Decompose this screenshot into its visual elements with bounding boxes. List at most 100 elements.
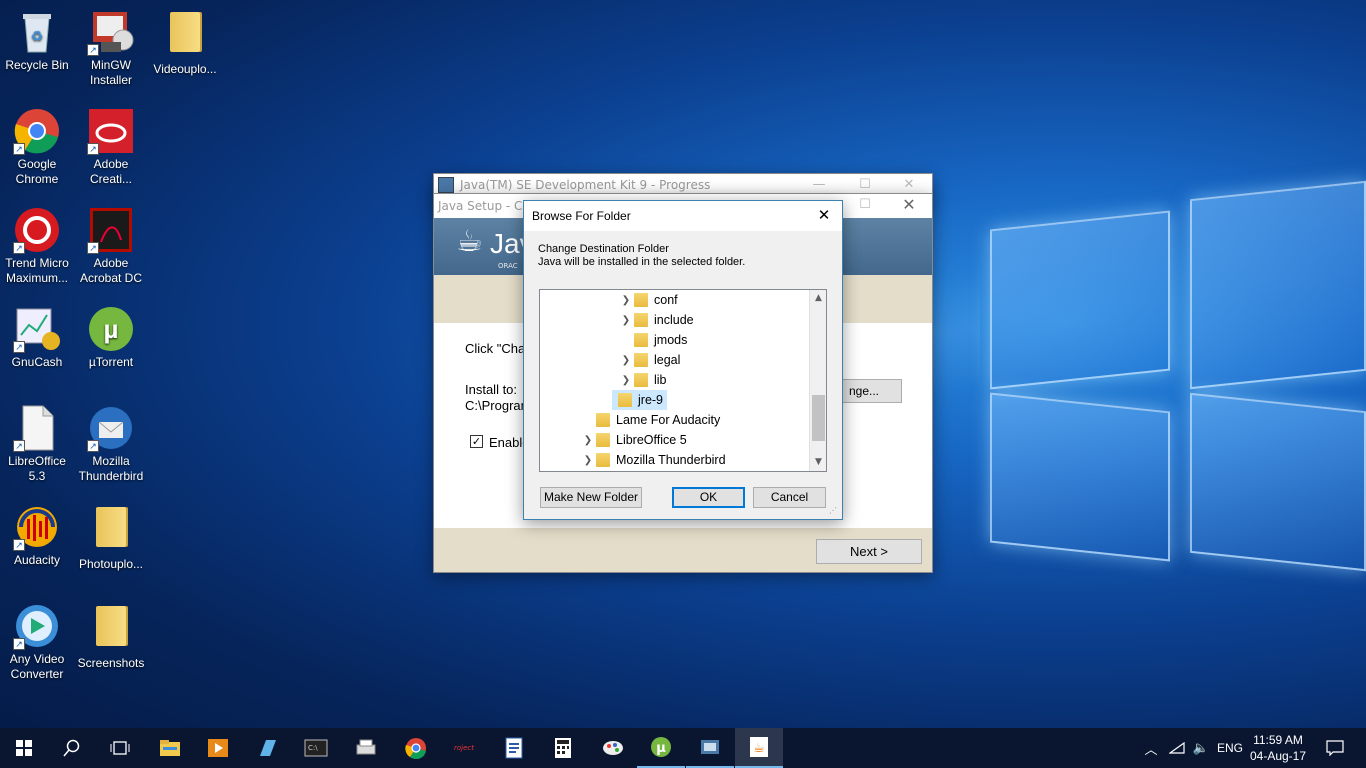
desktop-icon-screenshots[interactable]: Screenshots <box>74 602 148 671</box>
wifi-icon[interactable] <box>1166 728 1188 768</box>
any-video-converter-icon: ↗ <box>13 602 61 650</box>
desktop-icon-adobe-creative-cloud[interactable]: ↗ Adobe Creati... <box>74 107 148 187</box>
folder-icon <box>634 293 648 307</box>
tree-item-conf[interactable]: ❯ conf <box>618 290 678 310</box>
desktop-icon-thunderbird[interactable]: ↗ Mozilla Thunderbird <box>74 404 148 484</box>
gnucash-icon: ↗ <box>13 305 61 353</box>
tree-item-jmods[interactable]: jmods <box>618 330 687 350</box>
java-cup-icon: ☕ <box>456 224 483 259</box>
tree-item-libreoffice-5[interactable]: ❯ LibreOffice 5 <box>580 430 687 450</box>
taskbar-project[interactable]: roject <box>440 728 488 768</box>
close-button[interactable]: ✕ <box>886 194 932 216</box>
folder-icon <box>634 353 648 367</box>
scroll-down-icon[interactable]: ▼ <box>810 454 826 471</box>
notebook-icon <box>260 740 276 756</box>
start-button[interactable] <box>0 728 48 768</box>
desktop-icon-photouploads[interactable]: Photouplo... <box>74 503 148 572</box>
thunderbird-icon: ↗ <box>87 404 135 452</box>
java-setup-icon <box>438 177 454 193</box>
folder-icon <box>96 606 126 646</box>
desktop-icon-recycle-bin[interactable]: ♻ Recycle Bin <box>0 8 74 73</box>
taskbar-command-prompt[interactable]: C:\ <box>292 728 340 768</box>
instruction-text: Click "Cha <box>465 341 526 356</box>
desktop-icon-libreoffice[interactable]: ↗ LibreOffice 5.3 <box>0 404 74 484</box>
desktop-icon-utorrent[interactable]: µ µTorrent <box>74 305 148 370</box>
desktop-icon-adobe-acrobat[interactable]: ↗ Adobe Acrobat DC <box>74 206 148 286</box>
search-button[interactable] <box>48 728 96 768</box>
language-indicator[interactable]: ENG <box>1213 728 1247 768</box>
desktop-icon-audacity[interactable]: ↗ Audacity <box>0 503 74 568</box>
printer-icon <box>356 739 376 755</box>
resize-grip-icon[interactable]: ⋰ <box>829 506 837 515</box>
mingw-installer-icon: ↗ <box>87 8 135 56</box>
enable-checkbox[interactable]: ✓ <box>470 435 483 448</box>
task-view-icon <box>110 741 130 755</box>
next-button[interactable]: Next > <box>816 539 922 564</box>
taskbar-printer-app[interactable] <box>342 728 390 768</box>
browse-dialog-title: Browse For Folder <box>532 209 631 223</box>
taskbar-app-blue[interactable] <box>243 728 291 768</box>
chevron-right-icon[interactable]: ❯ <box>618 315 634 326</box>
svg-text:µ: µ <box>656 741 666 756</box>
progress-window-title: Java(TM) SE Development Kit 9 - Progress <box>460 178 711 192</box>
close-icon[interactable]: ✕ <box>812 206 836 226</box>
tree-item-lib[interactable]: ❯ lib <box>618 370 667 390</box>
java-icon: ☕ <box>750 737 768 757</box>
taskbar-utorrent[interactable]: µ <box>637 728 685 768</box>
show-hidden-icons-chevron-icon[interactable]: ︿ <box>1140 728 1162 768</box>
taskbar-chrome[interactable] <box>392 728 440 768</box>
recycle-bin-icon: ♻ <box>13 8 61 56</box>
volume-icon[interactable]: 🔈 <box>1190 728 1212 768</box>
folder-icon <box>596 453 610 467</box>
taskbar: C:\ roject µ ☕ ︿ 🔈 ENG 11:59 AM 04-Aug-1… <box>0 728 1366 768</box>
folder-icon <box>596 413 610 427</box>
folder-icon <box>634 313 648 327</box>
chevron-right-icon[interactable]: ❯ <box>618 355 634 366</box>
taskbar-paint-app[interactable] <box>589 728 637 768</box>
desktop-icon-videouploads[interactable]: Videouplo... <box>148 8 222 77</box>
action-center-button[interactable] <box>1318 728 1352 768</box>
taskbar-media-player[interactable] <box>194 728 242 768</box>
taskbar-file-explorer[interactable] <box>146 728 194 768</box>
task-view-button[interactable] <box>96 728 144 768</box>
ok-button[interactable]: OK <box>672 487 745 508</box>
search-icon <box>63 739 80 757</box>
utorrent-icon: µ <box>651 737 671 757</box>
desktop-icon-gnucash[interactable]: ↗ GnuCash <box>0 305 74 370</box>
taskbar-java-setup[interactable]: ☕ <box>735 728 783 768</box>
taskbar-document-app[interactable] <box>490 728 538 768</box>
tree-item-lame-for-audacity[interactable]: Lame For Audacity <box>580 410 720 430</box>
desktop-icon-mingw[interactable]: ↗ MinGW Installer <box>74 8 148 88</box>
desktop-icon-any-video-converter[interactable]: ↗ Any Video Converter <box>0 602 74 682</box>
tree-item-mozilla-thunderbird[interactable]: ❯ Mozilla Thunderbird <box>580 450 726 470</box>
desktop-icon-trend-micro[interactable]: ↗ Trend Micro Maximum... <box>0 206 74 286</box>
setup-window-title: Java Setup - Cus <box>438 199 537 213</box>
folder-icon <box>596 433 610 447</box>
chevron-right-icon[interactable]: ❯ <box>580 435 596 446</box>
chevron-right-icon[interactable]: ❯ <box>618 375 634 386</box>
paint-icon <box>603 741 623 755</box>
tree-scrollbar[interactable]: ▲ ▼ <box>809 290 826 471</box>
taskbar-java-installer[interactable] <box>686 728 734 768</box>
scrollbar-thumb[interactable] <box>812 395 825 441</box>
clock[interactable]: 11:59 AM 04-Aug-17 <box>1248 728 1308 768</box>
desktop-icon-google-chrome[interactable]: ↗ Google Chrome <box>0 107 74 187</box>
adobe-creative-cloud-icon: ↗ <box>87 107 135 155</box>
tree-item-include[interactable]: ❯ include <box>618 310 694 330</box>
cancel-button[interactable]: Cancel <box>753 487 826 508</box>
chevron-right-icon[interactable]: ❯ <box>580 455 596 466</box>
file-explorer-icon <box>160 740 180 756</box>
make-new-folder-button[interactable]: Make New Folder <box>540 487 642 508</box>
scroll-up-icon[interactable]: ▲ <box>810 290 826 307</box>
browse-titlebar: Browse For Folder ✕ <box>524 201 842 231</box>
project-app-icon: roject <box>453 744 474 752</box>
chevron-right-icon[interactable]: ❯ <box>618 295 634 306</box>
tree-item-jre-9[interactable]: jre-9 <box>612 390 668 410</box>
command-prompt-icon: C:\ <box>304 739 328 757</box>
folder-tree[interactable]: ❯ conf ❯ include jmods ❯ legal ❯ lib jre-9 L… <box>539 289 827 472</box>
svg-text:µ: µ <box>104 314 119 344</box>
tree-item-legal[interactable]: ❯ legal <box>618 350 680 370</box>
maximize-button[interactable]: ☐ <box>842 194 888 216</box>
browse-for-folder-dialog[interactable]: Browse For Folder ✕ Change Destination F… <box>523 200 843 520</box>
taskbar-calculator[interactable] <box>539 728 587 768</box>
